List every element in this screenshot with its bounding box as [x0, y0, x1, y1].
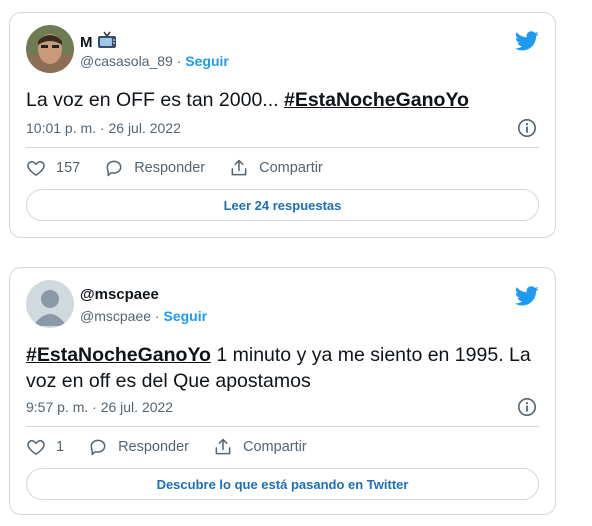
handle-line: @mscpaee · Seguir [80, 308, 207, 324]
reply-button[interactable]: Responder [104, 158, 205, 178]
handle[interactable]: @mscpaee [80, 308, 151, 324]
tweet-text: #EstaNocheGanoYo 1 minuto y ya me siento… [26, 342, 537, 394]
read-replies-button[interactable]: Leer 24 respuestas [26, 189, 539, 221]
timestamp[interactable]: 10:01 p. m. · 26 jul. 2022 [26, 120, 181, 136]
like-count: 157 [56, 160, 81, 176]
handle-line: @casasola_89 · Seguir [80, 53, 229, 69]
separator: · [176, 53, 182, 69]
share-label: Compartir [243, 439, 307, 455]
share-button[interactable]: Compartir [229, 158, 323, 178]
like-count: 1 [56, 439, 65, 455]
info-icon[interactable] [517, 118, 537, 138]
share-button[interactable]: Compartir [213, 437, 307, 457]
action-bar: 1 Responder Compartir [26, 437, 331, 457]
heart-icon [27, 160, 45, 176]
action-bar: 157 Responder Compartir [26, 158, 347, 178]
follow-button[interactable]: Seguir [185, 53, 229, 69]
tweet-text-body: La voz en OFF es tan 2000... [26, 89, 284, 111]
heart-icon [27, 439, 45, 455]
like-button[interactable]: 157 [26, 158, 80, 178]
timestamp[interactable]: 9:57 p. m. · 26 jul. 2022 [26, 399, 173, 415]
reply-button[interactable]: Responder [88, 437, 189, 457]
tv-emoji-icon [97, 31, 117, 53]
display-name-text: M [80, 33, 93, 51]
twitter-bird-icon[interactable] [515, 29, 539, 53]
tweet-text: La voz en OFF es tan 2000... #EstaNocheG… [26, 87, 537, 113]
tweet-card: M @casasola_89 · Seguir La voz en OFF es… [9, 12, 556, 238]
info-icon[interactable] [517, 397, 537, 417]
hashtag-link[interactable]: #EstaNocheGanoYo [26, 344, 211, 366]
tweet-card: @mscpaee @mscpaee · Seguir #EstaNocheGan… [9, 267, 556, 515]
reply-label: Responder [134, 160, 206, 176]
share-icon [215, 438, 231, 455]
divider [26, 147, 539, 148]
handle[interactable]: @casasola_89 [80, 53, 173, 69]
reply-bubble-icon [90, 439, 106, 456]
avatar[interactable] [26, 25, 74, 73]
follow-button[interactable]: Seguir [163, 308, 207, 324]
separator: · [154, 308, 160, 324]
display-name[interactable]: M [80, 31, 117, 53]
hashtag-link[interactable]: #EstaNocheGanoYo [284, 89, 469, 111]
discover-twitter-button[interactable]: Descubre lo que está pasando en Twitter [26, 468, 539, 500]
like-button[interactable]: 1 [26, 437, 64, 457]
reply-label: Responder [118, 439, 190, 455]
reply-bubble-icon [106, 160, 122, 177]
display-name-text: @mscpaee [80, 286, 159, 303]
divider [26, 426, 539, 427]
share-label: Compartir [259, 160, 323, 176]
display-name[interactable]: @mscpaee [80, 286, 159, 303]
twitter-bird-icon[interactable] [515, 284, 539, 308]
avatar[interactable] [26, 280, 74, 328]
share-icon [231, 159, 247, 176]
